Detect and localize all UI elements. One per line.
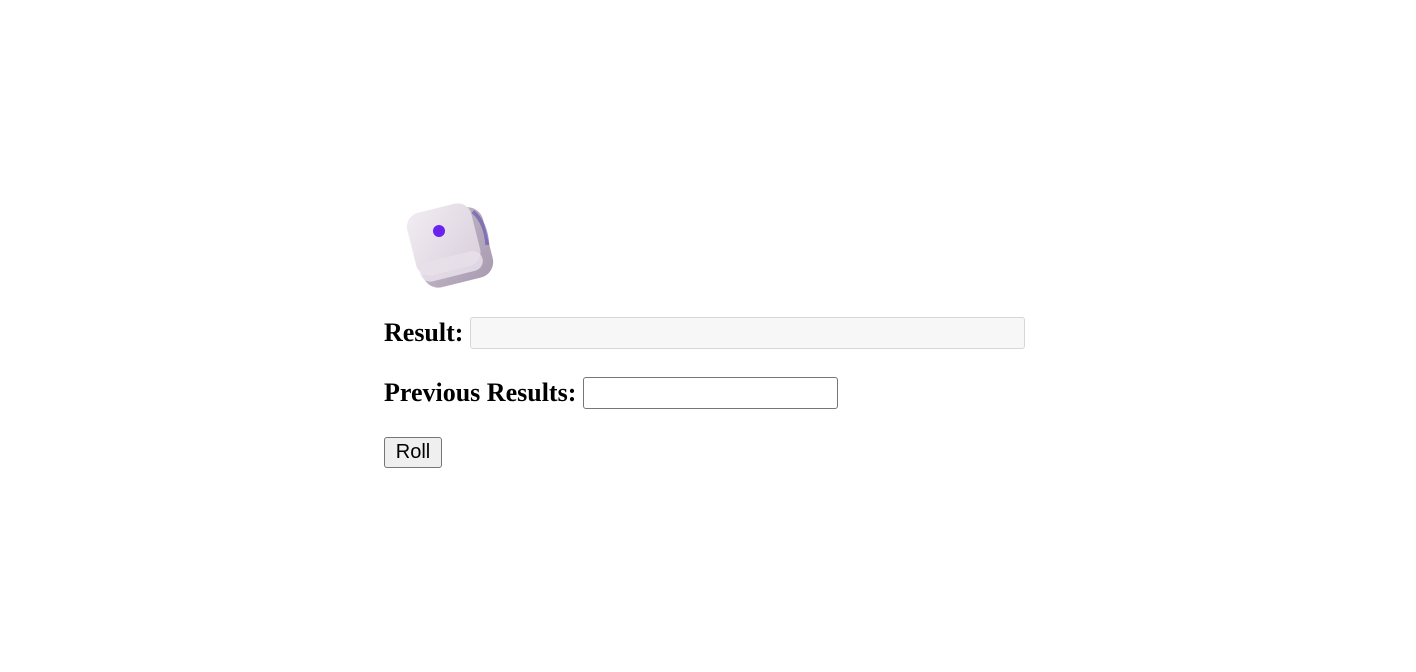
result-row: Result: <box>384 317 1026 349</box>
previous-results-row: Previous Results: <box>384 377 839 409</box>
result-label: Result: <box>384 318 464 347</box>
roll-button[interactable]: Roll <box>384 437 442 468</box>
previous-results-field[interactable] <box>583 377 839 409</box>
previous-results-label: Previous Results: <box>384 378 577 407</box>
result-field[interactable] <box>470 317 1026 349</box>
dice-one-icon <box>406 203 494 288</box>
